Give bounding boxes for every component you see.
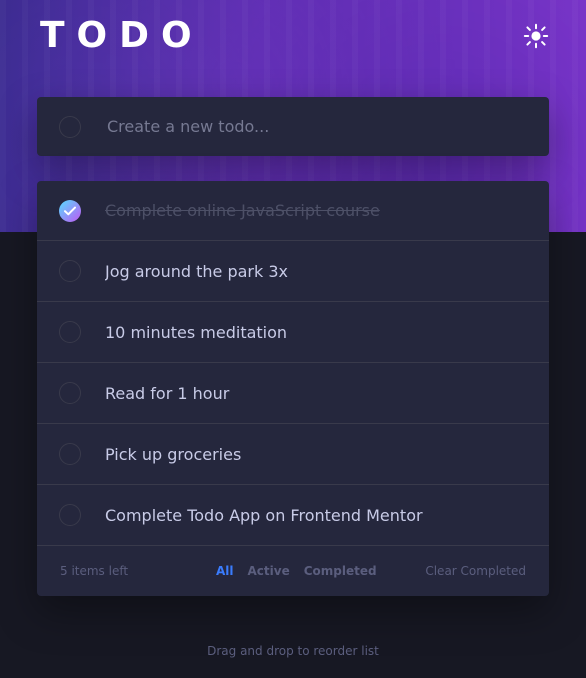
filter-active[interactable]: Active (248, 564, 290, 578)
filter-tabs: All Active Completed (216, 564, 377, 578)
todo-checkbox[interactable] (59, 504, 81, 526)
todo-checkbox[interactable] (59, 382, 81, 404)
todo-item[interactable]: Complete Todo App on Frontend Mentor (37, 485, 549, 546)
todo-text: Pick up groceries (105, 444, 242, 464)
page-title: TODO (40, 15, 204, 56)
todo-text: 10 minutes meditation (105, 322, 288, 342)
todo-footer: 5 items left All Active Completed Clear … (37, 546, 549, 595)
todo-text: Complete online JavaScript course (105, 201, 380, 220)
todo-checkbox[interactable] (59, 199, 81, 222)
check-icon (64, 206, 76, 215)
todo-list-card: Complete online JavaScript course Jog ar… (37, 181, 549, 596)
todo-item[interactable]: Jog around the park 3x (37, 241, 549, 302)
todo-checkbox[interactable] (59, 260, 81, 282)
todo-item[interactable]: Pick up groceries (37, 424, 549, 485)
filter-completed[interactable]: Completed (304, 564, 377, 578)
todo-checkbox[interactable] (59, 321, 81, 343)
todo-item[interactable]: Read for 1 hour (37, 363, 549, 424)
new-todo-input[interactable] (105, 105, 549, 148)
items-left-count: 5 items left (60, 563, 129, 578)
todo-item[interactable]: Complete online JavaScript course (37, 181, 549, 241)
todo-text: Read for 1 hour (105, 383, 230, 403)
theme-toggle-button[interactable] (520, 20, 552, 52)
filter-all[interactable]: All (216, 564, 234, 578)
todo-checkbox[interactable] (59, 443, 81, 465)
reorder-hint: Drag and drop to reorder list (207, 644, 379, 658)
sun-icon (523, 23, 549, 49)
new-todo-card (37, 97, 549, 156)
todo-item[interactable]: 10 minutes meditation (37, 302, 549, 363)
todo-text: Complete Todo App on Frontend Mentor (105, 505, 423, 525)
clear-completed-button[interactable]: Clear Completed (425, 564, 526, 578)
todo-text: Jog around the park 3x (105, 261, 288, 281)
new-todo-check-circle (59, 115, 81, 138)
